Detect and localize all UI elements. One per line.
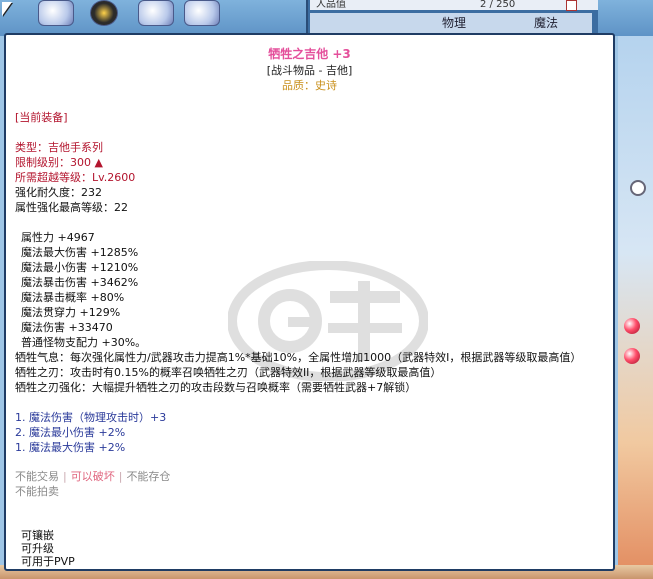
stat-line: 魔法最小伤害 +1210%: [21, 261, 139, 274]
reputation-value: 2 / 250: [480, 0, 516, 10]
skill-slot-icon[interactable]: [38, 0, 74, 26]
item-category: [战斗物品 - 吉他]: [266, 64, 353, 77]
separator: |: [63, 470, 67, 483]
compass-icon[interactable]: [90, 0, 118, 26]
mouse-cursor-icon: [2, 2, 12, 16]
transcend-level: 所需超越等级：Lv.2600: [15, 171, 136, 184]
reputation-row: 人品值 2 / 250: [310, 0, 598, 10]
side-panel: [618, 36, 653, 579]
effect-line: 牺牲之刃强化：大幅提升牺牲之刃的攻击段数与召唤概率（需要牺牲武器+7解锁）: [15, 381, 417, 394]
durability: 强化耐久度：232: [15, 186, 102, 199]
level-limit: 限制级别：300 ▲: [15, 156, 103, 169]
max-enhance-level: 属性强化最高等级：22: [15, 201, 128, 214]
trade-restrictions: 不能交易 | 可以破坏 | 不能存仓: [15, 468, 170, 484]
restriction-auction: 不能拍卖: [15, 485, 59, 498]
stat-line: 魔法暴击概率 +80%: [21, 291, 125, 304]
item-type: 类型：吉他手系列: [15, 141, 103, 154]
effect-line: 牺牲之刃：攻击时有0.15%的概率召唤牺牲之刃（武器特效II，根据武器等级取最高…: [15, 366, 442, 379]
radio-button[interactable]: [630, 180, 646, 196]
restriction-break: 可以破坏: [70, 470, 115, 483]
current-equipped-label: [当前装备]: [15, 111, 68, 124]
globe-icon[interactable]: [184, 0, 220, 26]
stat-line: 普通怪物支配力 +30%。: [21, 336, 147, 349]
effect-line: 牺牲气息：每次强化属性力/武器攻击力提高1%*基础10%，全属性增加1000（武…: [15, 351, 582, 364]
separator: |: [118, 470, 123, 483]
stat-line: 魔法暴击伤害 +3462%: [21, 276, 139, 289]
restriction-store: 不能存仓: [126, 470, 171, 483]
red-orb-icon[interactable]: [624, 318, 640, 334]
stat-line: 魔法贯穿力 +129%: [21, 306, 121, 319]
map-icon[interactable]: [138, 0, 174, 26]
enchant-line: 2. 魔法最小伤害 +2%: [15, 426, 126, 439]
restriction-trade: 不能交易: [15, 470, 59, 483]
attack-type-tabs: 物理 魔法: [310, 13, 592, 33]
item-name: 牺牲之吉他 +3: [268, 47, 351, 61]
item-quality: 品质：史诗: [282, 79, 337, 92]
red-orb-icon[interactable]: [624, 348, 640, 364]
tab-physical[interactable]: 物理: [442, 13, 466, 33]
stat-line: 魔法最大伤害 +1285%: [21, 246, 139, 259]
enchant-line: 1. 魔法最大伤害 +2%: [15, 441, 126, 454]
enchant-line: 1. 魔法伤害（物理攻击时）+3: [15, 411, 167, 424]
stat-line: 属性力 +4967: [21, 231, 95, 244]
stat-line: 魔法伤害 +33470: [21, 321, 113, 334]
tab-magic[interactable]: 魔法: [534, 13, 558, 33]
item-tooltip: 牺牲之吉他 +3 [战斗物品 - 吉他] 品质：史诗 [当前装备] 类型：吉他手…: [4, 33, 615, 571]
reputation-label: 人品值: [316, 0, 346, 10]
reputation-checkbox[interactable]: [566, 0, 577, 11]
pvp-flag: 可用于PVP: [21, 555, 75, 568]
